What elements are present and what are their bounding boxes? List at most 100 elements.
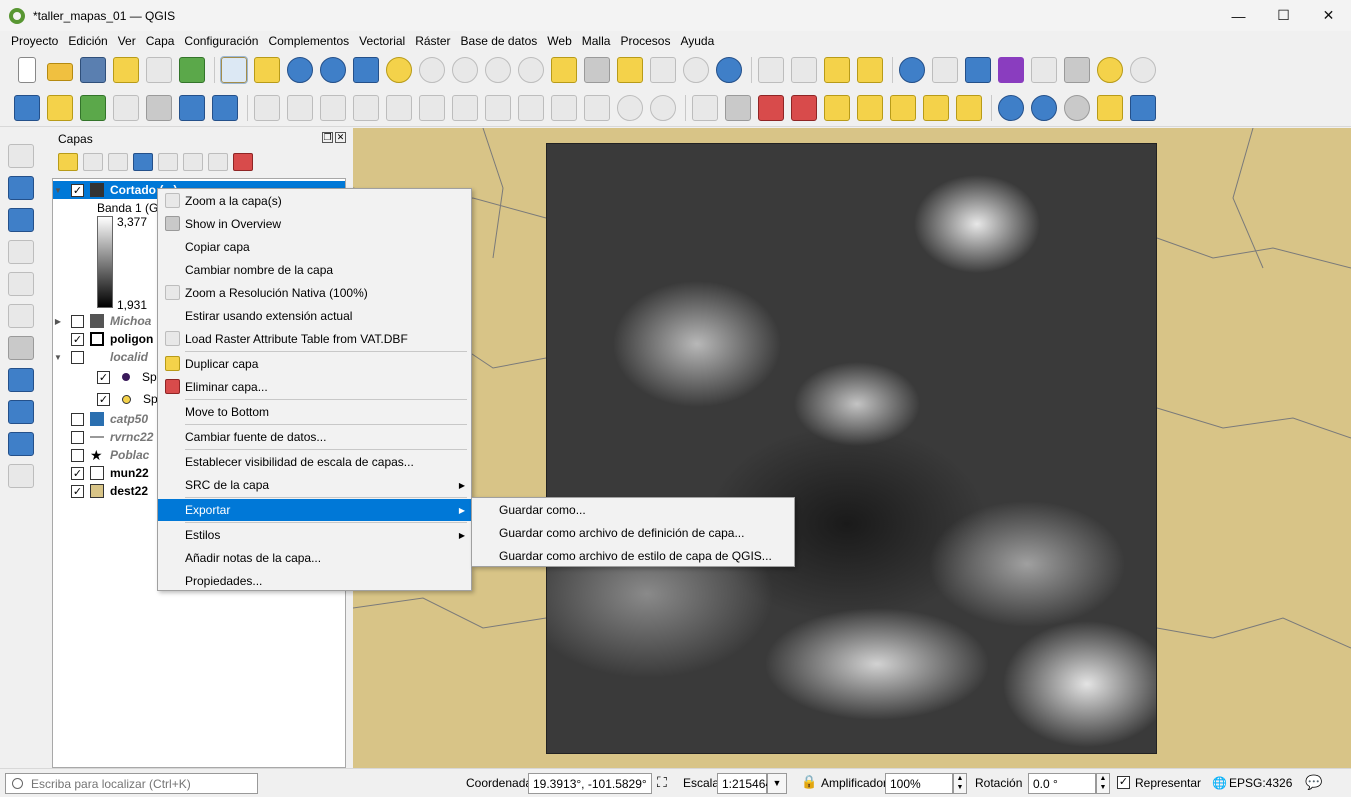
processing-toolbox-icon[interactable] <box>965 57 991 83</box>
current-edits-icon[interactable] <box>254 94 280 121</box>
new-bookmark-icon[interactable] <box>617 57 643 83</box>
layer-visibility-checkbox[interactable] <box>71 448 84 462</box>
zoom-next-icon[interactable] <box>518 57 544 83</box>
layer-visibility-checkbox[interactable]: ✓ <box>71 332 84 346</box>
minimize-button[interactable]: — <box>1216 0 1261 31</box>
change-label-icon[interactable] <box>890 94 916 121</box>
filter-legend-icon[interactable] <box>133 153 153 171</box>
zoom-in-icon[interactable] <box>287 57 313 83</box>
coordinate-field[interactable]: 19.3913°, -101.5829° <box>528 773 652 794</box>
vertex-tool-icon[interactable] <box>419 94 445 121</box>
identify-features-icon[interactable] <box>899 57 925 83</box>
menu-ayuda[interactable]: Ayuda <box>675 31 719 51</box>
add-wcs-icon[interactable] <box>8 400 34 424</box>
menu-save-as[interactable]: Guardar como... <box>472 498 794 521</box>
menu-web[interactable]: Web <box>542 31 576 51</box>
metasearch-icon[interactable] <box>1064 94 1090 121</box>
save-edits-icon[interactable] <box>320 94 346 121</box>
save-project-icon[interactable] <box>80 57 106 83</box>
menu-zoom-native-resolution[interactable]: Zoom a Resolución Nativa (100%) <box>158 282 471 304</box>
add-spatialite-icon[interactable] <box>8 272 34 296</box>
panel-close-button[interactable]: ✕ <box>335 132 346 143</box>
lock-scale-icon[interactable]: 🔒 <box>801 774 817 790</box>
menu-copy-layer[interactable]: Copiar capa <box>158 236 471 258</box>
toggle-editing-icon[interactable] <box>287 94 313 121</box>
close-button[interactable]: ✕ <box>1306 0 1351 31</box>
menu-proyecto[interactable]: Proyecto <box>6 31 63 51</box>
label-toolbar-icon[interactable] <box>692 94 718 121</box>
menu-vectorial[interactable]: Vectorial <box>354 31 410 51</box>
menu-move-to-bottom[interactable]: Move to Bottom <box>158 401 471 423</box>
add-wms-layer-icon[interactable] <box>998 94 1024 121</box>
rotation-field[interactable]: 0.0 ° <box>1028 773 1096 794</box>
add-group-icon[interactable] <box>83 153 103 171</box>
add-vector-layer-icon[interactable] <box>212 94 238 121</box>
crs-button[interactable]: EPSG:4326 <box>1229 776 1292 790</box>
attribute-table-icon[interactable] <box>932 57 958 83</box>
show-bookmarks-icon[interactable] <box>650 57 676 83</box>
menu-stretch-current-extent[interactable]: Estirar usando extensión actual <box>158 305 471 327</box>
map-canvas[interactable] <box>353 128 1351 768</box>
menu-add-layer-notes[interactable]: Añadir notas de la capa... <box>158 547 471 569</box>
select-by-location-icon[interactable] <box>857 57 883 83</box>
expand-all-icon[interactable] <box>183 153 203 171</box>
layer-visibility-checkbox[interactable]: ✓ <box>71 466 84 480</box>
menu-properties[interactable]: Propiedades... <box>158 570 471 592</box>
statistical-summary-icon[interactable] <box>998 57 1024 83</box>
label-properties-icon[interactable] <box>923 94 949 121</box>
menu-procesos[interactable]: Procesos <box>615 31 675 51</box>
layer-visibility-checkbox[interactable] <box>71 430 84 444</box>
add-raster-icon[interactable] <box>8 176 34 200</box>
magnifier-field[interactable]: 100% <box>885 773 953 794</box>
menu-raster[interactable]: Ráster <box>410 31 455 51</box>
menu-load-rat[interactable]: Load Raster Attribute Table from VAT.DBF <box>158 328 471 350</box>
show-hide-labels-icon[interactable] <box>791 94 817 121</box>
locator-bar[interactable] <box>5 773 258 794</box>
new-shapefile-layer-icon[interactable] <box>80 94 106 121</box>
select-features-icon[interactable] <box>758 57 784 83</box>
layer-diagram-icon[interactable] <box>725 94 751 121</box>
menu-save-layer-definition[interactable]: Guardar como archivo de definición de ca… <box>472 521 794 544</box>
add-vector-tile-icon[interactable] <box>8 304 34 328</box>
map-tips-icon[interactable] <box>1097 57 1123 83</box>
add-wfs-layer-icon[interactable] <box>1031 94 1057 121</box>
panel-float-button[interactable]: ❐ <box>322 132 333 143</box>
expand-arrow-icon[interactable]: ▶ <box>53 317 63 326</box>
new-project-icon[interactable] <box>18 57 36 83</box>
maximize-button[interactable]: ☐ <box>1261 0 1306 31</box>
category-checkbox[interactable]: ✓ <box>97 392 110 406</box>
undo-icon[interactable] <box>617 94 643 121</box>
rotate-label-icon[interactable] <box>857 94 883 121</box>
messages-icon[interactable]: 💬 <box>1305 774 1322 791</box>
manage-visibility-icon[interactable] <box>108 153 128 171</box>
add-gpx-icon[interactable] <box>8 240 34 264</box>
category-checkbox[interactable]: ✓ <box>97 370 110 384</box>
filter-expression-icon[interactable] <box>158 153 178 171</box>
menu-base-de-datos[interactable]: Base de datos <box>456 31 543 51</box>
toggle-extents-icon[interactable]: ⛶ <box>657 774 667 791</box>
redo-icon[interactable] <box>650 94 676 121</box>
add-wms-icon[interactable] <box>8 368 34 392</box>
menu-edicion[interactable]: Edición <box>63 31 112 51</box>
add-wfs-icon[interactable] <box>8 432 34 456</box>
open-project-icon[interactable] <box>47 63 73 81</box>
menu-styles[interactable]: Estilos ▶ <box>158 524 471 546</box>
menu-save-qgis-style[interactable]: Guardar como archivo de estilo de capa d… <box>472 544 794 567</box>
add-mesh-icon[interactable] <box>8 208 34 232</box>
modify-attributes-icon[interactable] <box>452 94 478 121</box>
add-virtual-layer-icon[interactable] <box>8 464 34 488</box>
layer-visibility-checkbox[interactable] <box>71 314 84 328</box>
layer-visibility-checkbox[interactable] <box>71 412 84 426</box>
open-styling-panel-icon[interactable] <box>58 153 78 171</box>
data-source-manager-icon[interactable] <box>14 94 40 121</box>
new-temporary-layer-icon[interactable] <box>113 94 139 121</box>
collapse-arrow-icon[interactable]: ▼ <box>53 186 63 195</box>
add-feature-icon[interactable] <box>386 94 412 121</box>
zoom-out-icon[interactable] <box>320 57 346 83</box>
zoom-to-selection-icon[interactable] <box>386 57 412 83</box>
add-postgis-icon[interactable] <box>8 336 34 360</box>
collapse-arrow-icon[interactable]: ▼ <box>53 353 63 362</box>
zoom-last-icon[interactable] <box>485 57 511 83</box>
copy-features-icon[interactable] <box>551 94 577 121</box>
render-checkbox[interactable]: ✓ <box>1117 776 1130 789</box>
